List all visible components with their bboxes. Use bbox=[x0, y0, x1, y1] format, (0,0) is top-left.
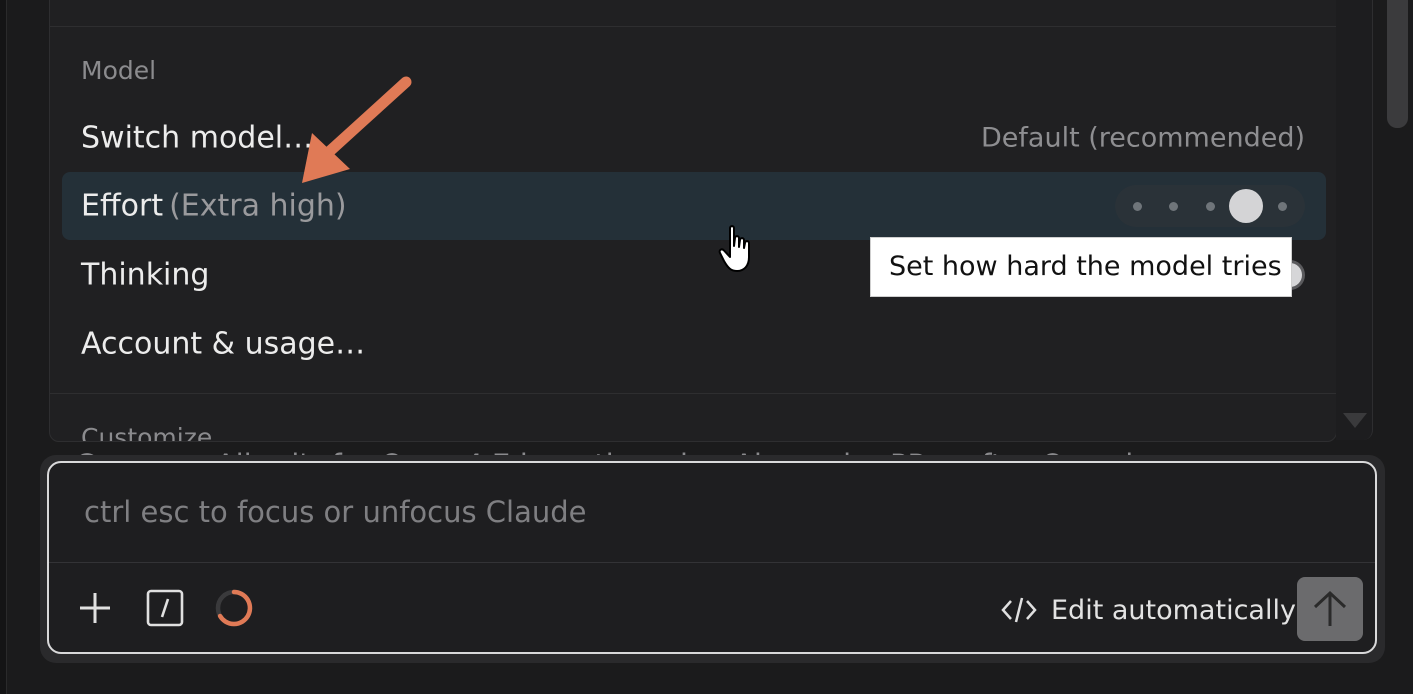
edit-mode-label: Edit automatically bbox=[1051, 594, 1296, 626]
plus-icon[interactable] bbox=[74, 587, 116, 629]
effort-label: Effort bbox=[81, 188, 164, 224]
effort-label-group: Effort (Extra high) bbox=[81, 189, 347, 224]
scroll-down-arrow-icon[interactable] bbox=[1343, 413, 1367, 428]
code-icon bbox=[1001, 597, 1037, 623]
section-label-customize: Customize bbox=[81, 423, 213, 442]
switch-model-value: Default (recommended) bbox=[981, 122, 1305, 154]
arrow-up-icon bbox=[1313, 590, 1347, 626]
prompt-input[interactable]: ctrl esc to focus or unfocus Claude bbox=[84, 495, 587, 529]
menu-item-effort[interactable]: Effort (Extra high) bbox=[62, 172, 1326, 240]
section-label-model: Model bbox=[81, 56, 157, 85]
composer-divider bbox=[49, 562, 1375, 563]
effort-tooltip: Set how hard the model tries bbox=[870, 237, 1292, 297]
menu-item-switch-model[interactable]: Switch model… Default (recommended) bbox=[62, 104, 1326, 172]
effort-slider-knob[interactable] bbox=[1229, 189, 1263, 223]
window-scrollbar-thumb[interactable] bbox=[1387, 0, 1408, 128]
composer[interactable]: ctrl esc to focus or unfocus Claude Edit… bbox=[47, 461, 1377, 654]
hand-pointer-icon bbox=[718, 225, 750, 272]
send-button[interactable] bbox=[1297, 577, 1363, 641]
window-edge-line bbox=[6, 0, 7, 694]
thinking-label: Thinking bbox=[81, 257, 210, 293]
menu-divider bbox=[50, 26, 1336, 27]
account-usage-label: Account & usage… bbox=[81, 326, 366, 362]
slash-command-icon[interactable] bbox=[144, 587, 186, 629]
effort-level-dot[interactable] bbox=[1206, 201, 1215, 211]
menu-divider bbox=[50, 393, 1336, 394]
effort-level-dot[interactable] bbox=[1278, 201, 1287, 211]
menu-item-account-usage[interactable]: Account & usage… bbox=[62, 310, 1326, 378]
annotation-arrow-icon bbox=[302, 76, 412, 183]
edit-mode-toggle[interactable]: Edit automatically bbox=[1001, 592, 1296, 628]
spinner-icon[interactable] bbox=[213, 587, 255, 629]
menu-scrollbar[interactable] bbox=[1336, 0, 1373, 440]
settings-menu: Model Switch model… Default (recommended… bbox=[49, 0, 1337, 442]
switch-model-label: Switch model… bbox=[81, 120, 314, 156]
effort-level-dot[interactable] bbox=[1169, 201, 1178, 211]
effort-level-dot[interactable] bbox=[1133, 201, 1142, 211]
effort-slider[interactable] bbox=[1115, 185, 1305, 227]
effort-value: (Extra high) bbox=[169, 188, 347, 224]
